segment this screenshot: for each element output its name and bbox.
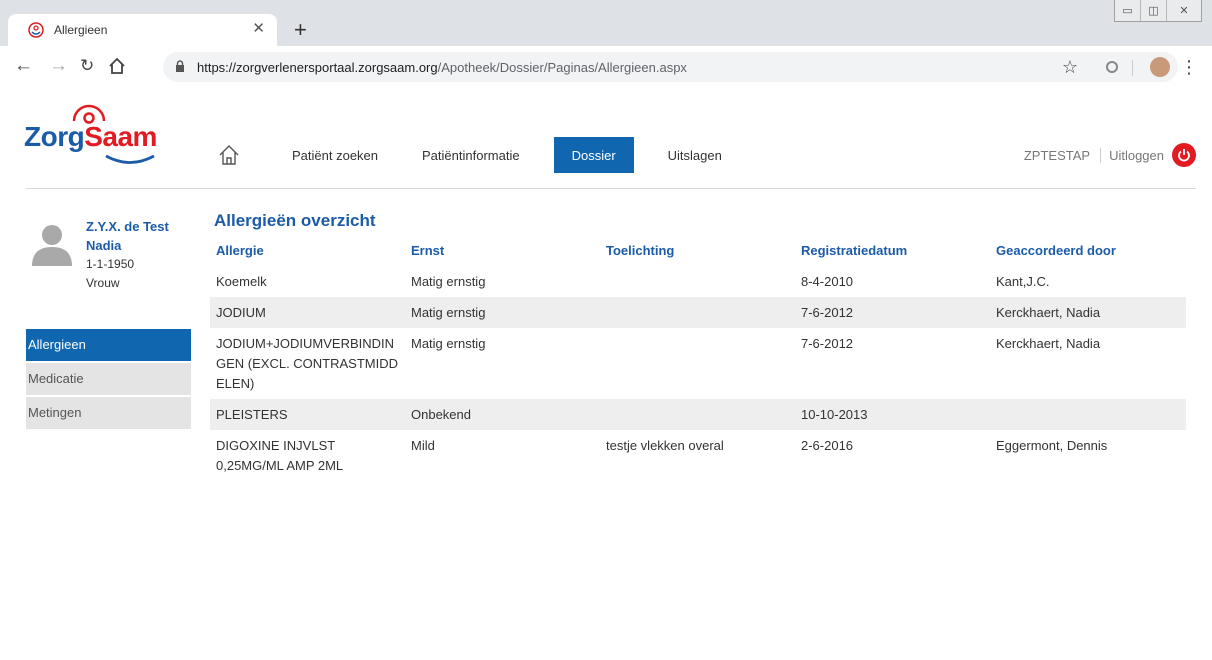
- tab-bar: Allergieen ✕ + ▭ ◫ ✕: [0, 0, 1212, 46]
- browser-toolbar: ← → ↻ https://zorgverlenersportaal.zorgs…: [0, 46, 1212, 88]
- tab-close-icon[interactable]: ✕: [252, 20, 265, 38]
- column-header-toelichting: Toelichting: [606, 243, 675, 258]
- page-title: Allergieën overzicht: [214, 211, 376, 230]
- logout-link[interactable]: Uitloggen: [1101, 148, 1172, 163]
- patient-dob: 1-1-1950: [86, 257, 135, 271]
- table-row: DIGOXINE INJVLST 0,25MG/ML AMP 2ML Mild …: [210, 430, 1186, 481]
- cell-datum: 10-10-2013: [795, 399, 990, 430]
- main-navigation: Patiënt zoeken Patiëntinformatie Dossier…: [218, 137, 744, 173]
- cell-toelichting: [600, 297, 795, 328]
- column-header-allergie: Allergie: [216, 243, 264, 258]
- logo-text: ZorgSaam: [24, 121, 157, 152]
- column-header-geaccordeerd-door: Geaccordeerd door: [996, 243, 1116, 258]
- extension-icon[interactable]: [1106, 61, 1118, 73]
- cell-ernst: Matig ernstig: [405, 297, 600, 328]
- page: ZorgSaam Patiënt zoeken Patiëntinformati…: [0, 89, 1212, 660]
- cell-door: Kerckhaert, Nadia: [990, 297, 1186, 328]
- cell-toelichting: testje vlekken overal: [606, 438, 724, 453]
- new-tab-icon[interactable]: +: [294, 19, 307, 41]
- table-row: JODIUM Matig ernstig 7-6-2012 Kerckhaert…: [210, 297, 1186, 328]
- logo-smile-icon: [105, 154, 155, 164]
- cell-datum: 7-6-2012: [801, 336, 854, 351]
- sidebar-item-medicatie[interactable]: Medicatie: [26, 363, 191, 395]
- cell-door: Kerckhaert, Nadia: [996, 336, 1101, 351]
- back-arrow-icon[interactable]: ←: [14, 55, 33, 77]
- browser-tab[interactable]: Allergieen ✕: [8, 14, 277, 46]
- minimize-icon[interactable]: ▭: [1115, 0, 1141, 21]
- nav-dossier[interactable]: Dossier: [553, 137, 634, 173]
- user-name: ZPTESTAP: [1024, 147, 1102, 163]
- cell-toelichting: [600, 266, 795, 297]
- toolbar-separator: [1132, 60, 1133, 76]
- cell-door: [990, 399, 1186, 430]
- bookmark-star-icon[interactable]: ☆: [1062, 57, 1078, 78]
- table-row: PLEISTERS Onbekend 10-10-2013: [210, 399, 1186, 430]
- kebab-menu-icon[interactable]: ⋮: [1180, 58, 1198, 76]
- cell-datum: 2-6-2016: [801, 438, 854, 453]
- cell-allergie: JODIUM: [210, 297, 405, 328]
- side-navigation: Allergieen Medicatie Metingen: [26, 329, 191, 431]
- sidebar-item-metingen[interactable]: Metingen: [26, 397, 191, 429]
- nav-patientinformatie[interactable]: Patiëntinformatie: [400, 137, 542, 173]
- cell-toelichting: [600, 328, 795, 399]
- cell-ernst: Matig ernstig: [411, 274, 486, 289]
- address-bar[interactable]: https://zorgverlenersportaal.zorgsaam.or…: [163, 52, 1178, 82]
- main-content: Allergieën overzicht Allergie Ernst Toel…: [210, 211, 1186, 481]
- profile-avatar[interactable]: [1150, 57, 1170, 77]
- cell-allergie: Koemelk: [216, 274, 267, 289]
- zorgsaam-favicon-icon: [28, 22, 44, 38]
- sidebar-item-allergieen[interactable]: Allergieen: [26, 329, 191, 361]
- zorgsaam-logo[interactable]: ZorgSaam: [24, 97, 174, 169]
- cell-ernst: Onbekend: [405, 399, 600, 430]
- avatar: [32, 225, 72, 266]
- cell-datum: 7-6-2012: [795, 297, 990, 328]
- browser-chrome: Allergieen ✕ + ▭ ◫ ✕ ← → ↻ https://zorgv…: [0, 0, 1212, 88]
- patient-surname: Z.Y.X. de Test: [86, 219, 169, 234]
- home-nav-icon[interactable]: [218, 144, 240, 166]
- nav-uitslagen[interactable]: Uitslagen: [646, 137, 744, 173]
- cell-ernst: Matig ernstig: [411, 336, 486, 351]
- header-divider: [26, 188, 1196, 189]
- nav-patient-zoeken[interactable]: Patiënt zoeken: [270, 137, 400, 173]
- table-header-row: Allergie Ernst Toelichting Registratieda…: [210, 237, 1186, 266]
- column-header-ernst: Ernst: [411, 243, 445, 258]
- cell-ernst: Mild: [411, 438, 435, 453]
- patient-firstname: Nadia: [86, 238, 122, 253]
- reload-icon[interactable]: ↻: [80, 55, 94, 77]
- home-icon[interactable]: [108, 57, 126, 75]
- power-symbol-icon: [1178, 149, 1190, 162]
- forward-arrow-icon[interactable]: →: [49, 55, 68, 77]
- patient-gender: Vrouw: [86, 276, 120, 290]
- lock-icon: [176, 60, 184, 72]
- cell-datum: 8-4-2010: [801, 274, 854, 289]
- cell-door: Kant,J.C.: [996, 274, 1050, 289]
- window-close-icon[interactable]: ✕: [1167, 0, 1201, 21]
- table-row: Koemelk Matig ernstig 8-4-2010 Kant,J.C.: [210, 266, 1186, 297]
- table-row: JODIUM+JODIUMVERBINDINGEN (EXCL. CONTRAS…: [210, 328, 1186, 399]
- patient-info: Z.Y.X. de Test Nadia 1-1-1950 Vrouw: [86, 217, 169, 293]
- cell-allergie: DIGOXINE INJVLST 0,25MG/ML AMP 2ML: [216, 438, 344, 473]
- column-header-registratiedatum: Registratiedatum: [801, 243, 908, 258]
- url-text: https://zorgverlenersportaal.zorgsaam.or…: [197, 60, 687, 75]
- maximize-icon[interactable]: ◫: [1141, 0, 1167, 21]
- cell-door: Eggermont, Dennis: [996, 438, 1108, 453]
- cell-allergie: JODIUM+JODIUMVERBINDINGEN (EXCL. CONTRAS…: [216, 336, 399, 391]
- tab-title: Allergieen: [54, 23, 108, 37]
- window-controls: ▭ ◫ ✕: [1114, 0, 1202, 22]
- user-area: ZPTESTAP Uitloggen: [1024, 143, 1196, 167]
- power-icon[interactable]: [1172, 143, 1196, 167]
- cell-toelichting: [600, 399, 795, 430]
- allergy-table: Allergie Ernst Toelichting Registratieda…: [210, 237, 1186, 481]
- cell-allergie: PLEISTERS: [210, 399, 405, 430]
